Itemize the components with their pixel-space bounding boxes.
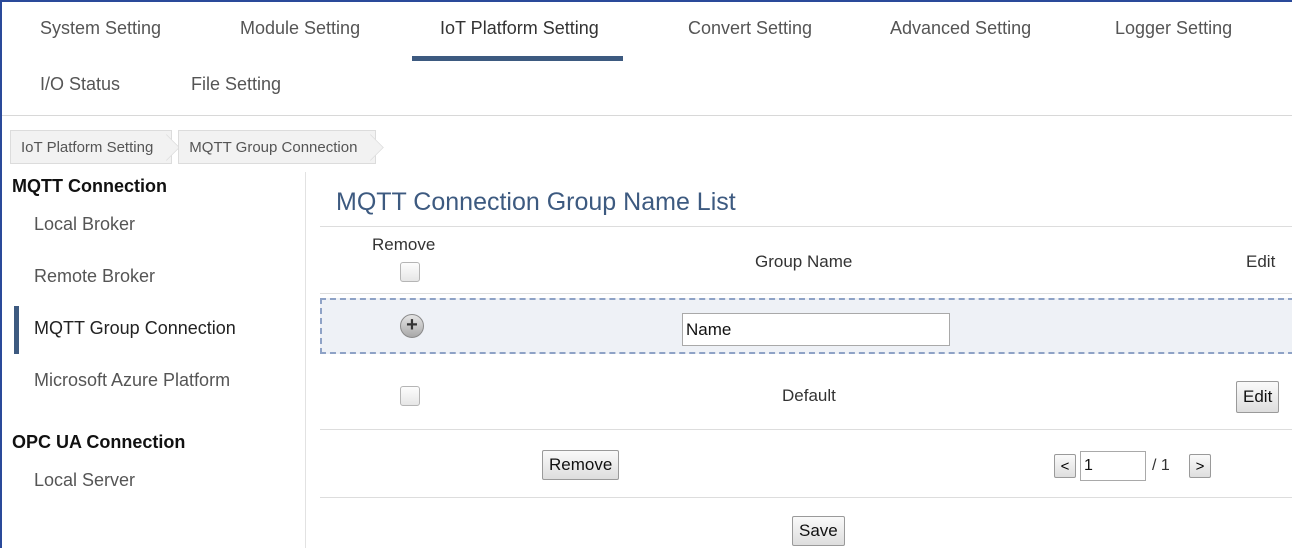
tab-io-status[interactable]: I/O Status [40, 74, 120, 95]
tab-iot-platform-setting[interactable]: IoT Platform Setting [412, 18, 623, 61]
tab-advanced-setting[interactable]: Advanced Setting [890, 18, 1031, 39]
sidebar-item-mqtt-group-connection[interactable]: MQTT Group Connection [34, 318, 236, 339]
sidebar-active-marker [14, 306, 19, 354]
page-title: MQTT Connection Group Name List [336, 188, 736, 216]
column-header-group-name: Group Name [755, 252, 853, 271]
column-header-remove: Remove [372, 235, 436, 254]
page-number-input[interactable] [1080, 451, 1146, 481]
next-page-button[interactable]: > [1189, 454, 1211, 478]
sidebar-item-remote-broker[interactable]: Remote Broker [34, 266, 155, 287]
tab-logger-setting[interactable]: Logger Setting [1115, 18, 1232, 39]
table-footer-row: Remove < / 1 > [320, 430, 1292, 498]
remove-button[interactable]: Remove [542, 450, 620, 480]
table-row: Default Edit [320, 362, 1292, 430]
edit-button[interactable]: Edit [1236, 381, 1280, 413]
sidebar-item-local-broker[interactable]: Local Broker [34, 214, 135, 235]
save-button[interactable]: Save [792, 516, 845, 546]
select-all-checkbox[interactable] [400, 262, 420, 282]
group-name-input[interactable] [682, 313, 950, 346]
sidebar: MQTT Connection Local Broker Remote Brok… [10, 172, 306, 548]
column-header-edit: Edit [1246, 252, 1276, 271]
sidebar-heading-opc-ua: OPC UA Connection [12, 432, 186, 452]
breadcrumb: IoT Platform Setting MQTT Group Connecti… [10, 130, 382, 166]
row-checkbox[interactable] [400, 386, 420, 406]
sidebar-item-local-server[interactable]: Local Server [34, 470, 135, 491]
sidebar-heading-mqtt: MQTT Connection [12, 176, 167, 196]
group-name-table: Remove Group Name Edit + Default Edit Re… [320, 226, 1292, 546]
add-icon[interactable]: + [400, 314, 424, 338]
tab-module-setting[interactable]: Module Setting [240, 18, 360, 39]
sidebar-item-microsoft-azure-platform[interactable]: Microsoft Azure Platform [34, 370, 230, 391]
previous-page-button[interactable]: < [1054, 454, 1076, 478]
app-frame: System Setting Module Setting IoT Platfo… [0, 0, 1292, 548]
breadcrumb-item-mqtt-group-connection[interactable]: MQTT Group Connection [178, 130, 377, 164]
tab-file-setting[interactable]: File Setting [191, 74, 281, 95]
top-tabs-row-2: I/O Status File Setting [2, 60, 1292, 116]
top-tabs-row-1: System Setting Module Setting IoT Platfo… [2, 2, 1292, 61]
breadcrumb-item-iot-platform-setting[interactable]: IoT Platform Setting [10, 130, 173, 164]
add-group-row: + [320, 298, 1292, 354]
page-total-label: / 1 [1152, 457, 1170, 474]
tab-convert-setting[interactable]: Convert Setting [688, 18, 812, 39]
group-name-cell: Default [782, 386, 836, 405]
tab-system-setting[interactable]: System Setting [40, 18, 161, 39]
table-header-row: Remove Group Name Edit [320, 226, 1292, 294]
